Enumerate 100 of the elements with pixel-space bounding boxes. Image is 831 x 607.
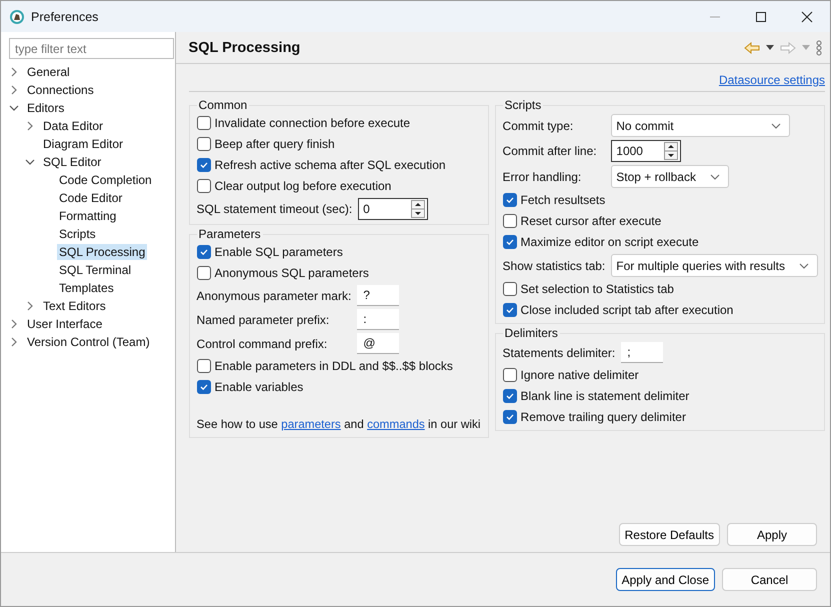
tree-item[interactable]: Version Control (Team) [25,334,152,350]
checkbox[interactable] [502,282,517,296]
spinner-arrows-icon[interactable] [411,200,426,218]
tree-item[interactable]: Diagram Editor [41,136,126,152]
maximize-icon[interactable] [755,10,767,22]
filter-field[interactable]: type filter text [9,38,174,59]
dialog-button[interactable]: Cancel [722,568,817,591]
check-icon [198,160,209,170]
field-label: Named parameter prefix: [196,312,330,326]
field-label: Anonymous parameter mark: [196,288,352,302]
checkbox[interactable] [502,389,517,403]
checkbox-label: Reset cursor after execute [520,214,662,228]
group-title: Scripts [504,98,542,112]
checkbox-label: Enable SQL parameters [214,245,343,259]
check-icon [504,195,515,205]
tree-item[interactable]: General [25,64,72,80]
check-icon [198,247,209,257]
tree-item[interactable]: Connections [25,82,96,98]
wiki-link[interactable]: commands [367,417,425,431]
checkbox[interactable] [502,303,517,317]
checkbox[interactable] [502,193,517,207]
tree-item[interactable]: Code Editor [57,190,124,206]
tree-item[interactable]: Formatting [57,208,118,224]
checkbox[interactable] [196,245,211,259]
dropdown[interactable]: Stop + rollback [611,165,729,188]
group-title: Common [198,98,248,112]
tree-item[interactable]: Templates [57,280,116,296]
check-icon [198,382,209,392]
field-label: Show statistics tab: [502,258,606,272]
checkbox-label: Invalidate connection before execute [214,116,410,130]
checkbox-label: Maximize editor on script execute [520,235,699,249]
check-icon [504,305,515,315]
field-label: Commit after line: [502,144,598,158]
wiki-link[interactable]: parameters [281,417,341,431]
checkbox-label: Beep after query finish [214,137,335,151]
text-field[interactable]: ; [621,342,664,363]
checkbox[interactable] [502,235,517,249]
spinner-arrows-icon[interactable] [664,142,678,160]
checkbox-label: Enable variables [214,380,304,394]
menu-icon[interactable] [816,40,822,56]
tree-item[interactable]: SQL Processing [57,244,148,260]
checkbox-label: Enable parameters in DDL and $$..$$ blocks [214,359,453,373]
field-label: Control command prefix: [196,336,328,350]
checkbox[interactable] [196,359,211,373]
tree-item[interactable]: Code Completion [57,172,154,188]
chevron-down-icon [799,262,809,268]
field-label: Commit type: [502,118,574,132]
dropdown[interactable]: No commit [611,114,790,137]
check-icon [504,412,515,422]
dropdown-icon[interactable] [766,45,774,50]
tree-item[interactable]: Data Editor [41,118,106,134]
checkbox[interactable] [196,137,211,151]
tree-item[interactable]: User Interface [25,316,104,332]
tree-item[interactable]: SQL Editor [41,154,104,170]
text-field[interactable]: : [357,309,400,330]
checkbox-label: Fetch resultsets [520,193,606,207]
checkbox-label: Anonymous SQL parameters [214,266,369,280]
app-icon [9,8,25,24]
check-icon [504,391,515,401]
close-icon[interactable] [801,10,813,22]
checkbox[interactable] [502,410,517,424]
help-text: See how to use parameters and commands in our wiki [196,417,481,431]
checkbox[interactable] [196,380,211,394]
page-title: SQL Processing [188,40,302,56]
checkbox[interactable] [502,368,517,382]
text-field[interactable]: ? [357,285,400,306]
checkbox[interactable] [196,116,211,130]
number-field[interactable]: 0 [358,198,428,220]
chevron-right-icon[interactable] [9,67,19,77]
datasource-settings-link[interactable]: Datasource settings [718,73,825,87]
number-field[interactable]: 1000 [611,140,682,162]
chevron-right-icon[interactable] [25,301,35,311]
group-title: Parameters [198,227,262,241]
checkbox-label: Refresh active schema after SQL execution [214,158,446,172]
chevron-down-icon[interactable] [25,157,35,167]
page-button[interactable]: Apply [727,523,817,546]
text-field[interactable]: @ [357,333,400,354]
tree-item[interactable]: Editors [25,100,66,116]
field-label: Statements delimiter: [502,346,616,360]
checkbox-label: Close included script tab after execution [520,303,734,317]
checkbox[interactable] [502,214,517,228]
chevron-right-icon[interactable] [25,121,35,131]
checkbox[interactable] [196,266,211,280]
checkbox-label: Remove trailing query delimiter [520,410,686,424]
check-icon [504,237,515,247]
checkbox[interactable] [196,158,211,172]
checkbox-label: Ignore native delimiter [520,368,639,382]
checkbox-label: Set selection to Statistics tab [520,282,674,296]
chevron-right-icon[interactable] [9,85,19,95]
chevron-right-icon[interactable] [9,319,19,329]
tree-item[interactable]: Scripts [57,226,98,242]
field-label: SQL statement timeout (sec): [196,202,354,216]
page-button[interactable]: Restore Defaults [618,523,720,546]
checkbox[interactable] [196,179,211,193]
dropdown[interactable]: For multiple queries with results [611,254,818,277]
tree-item[interactable]: Text Editors [41,298,108,314]
chevron-down-icon[interactable] [9,103,19,113]
tree-item[interactable]: SQL Terminal [57,262,134,278]
chevron-right-icon[interactable] [9,337,19,347]
dialog-button[interactable]: Apply and Close [616,568,715,591]
